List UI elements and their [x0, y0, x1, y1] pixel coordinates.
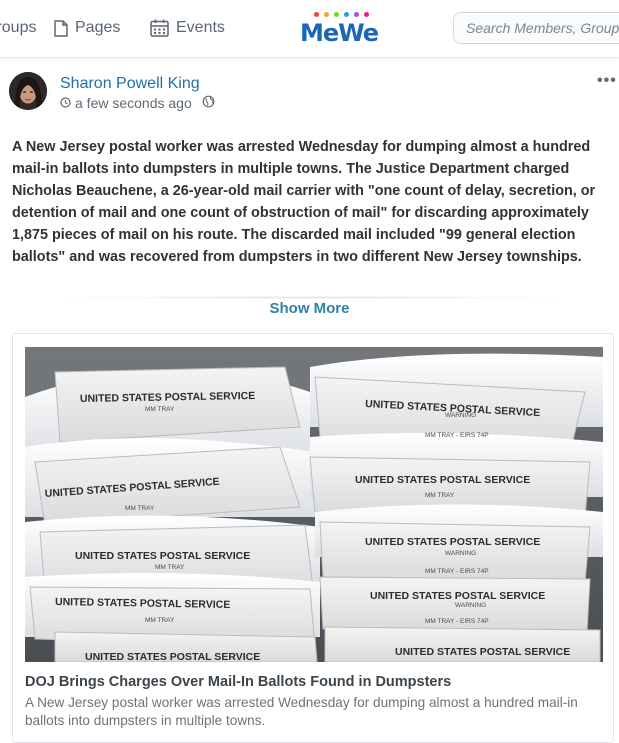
nav-events[interactable]: Events [150, 19, 225, 37]
more-dots-icon[interactable]: ••• [597, 72, 617, 90]
logo-text: MeWe [300, 19, 379, 47]
tray-sublabel: MM TRAY - EIRS 74P [425, 568, 489, 575]
document-icon [54, 19, 68, 37]
tray-sublabel: MM TRAY - EIRS 74P [425, 432, 489, 439]
avatar[interactable] [9, 72, 47, 110]
mewe-logo[interactable]: MeWe [300, 12, 380, 48]
tray-sublabel: MM TRAY [155, 564, 185, 571]
tray-sublabel: MM TRAY [145, 617, 175, 624]
tray-label: UNITED STATES POSTAL SERVICE [85, 651, 260, 662]
tray-sublabel: WARNING [445, 550, 476, 557]
post-meta: a few seconds ago [60, 95, 215, 111]
globe-icon [202, 95, 215, 111]
link-preview-title[interactable]: DOJ Brings Charges Over Mail-In Ballots … [25, 674, 603, 690]
tray-sublabel: WARNING [445, 412, 476, 419]
show-more-button[interactable]: Show More [0, 300, 619, 317]
search-placeholder: Search Members, Groups, Pages [466, 20, 619, 36]
nav-groups-label: Groups [0, 19, 37, 36]
tray-sublabel: MM TRAY [145, 406, 175, 413]
divider [40, 296, 580, 299]
logo-dot [314, 12, 319, 17]
tray-label: UNITED STATES POSTAL SERVICE [75, 550, 250, 562]
logo-dot [344, 12, 349, 17]
tray-sublabel: MM TRAY [425, 492, 455, 499]
logo-dot [354, 12, 359, 17]
top-navigation-bar: Groups Pages Events MeWe Search Members,… [0, 0, 619, 58]
post-body-text: A New Jersey postal worker was arrested … [12, 139, 596, 265]
logo-dot [334, 12, 339, 17]
link-preview-card[interactable]: UNITED STATES POSTAL SERVICE UNITED STAT… [12, 333, 614, 743]
tray-label: UNITED STATES POSTAL SERVICE [365, 536, 540, 548]
tray-label: UNITED STATES POSTAL SERVICE [355, 474, 530, 486]
link-preview-description: A New Jersey postal worker was arrested … [25, 695, 578, 728]
link-preview-image: UNITED STATES POSTAL SERVICE UNITED STAT… [25, 347, 603, 662]
calendar-icon [150, 19, 169, 37]
nav-groups[interactable]: Groups [0, 19, 36, 37]
search-input[interactable]: Search Members, Groups, Pages [453, 12, 619, 44]
tray-sublabel: MM TRAY - EIRS 74P [425, 618, 489, 625]
tray-sublabel: WARNING [455, 602, 486, 609]
tray-sublabel: MM TRAY [125, 505, 155, 512]
nav-pages-label: Pages [75, 19, 121, 36]
clock-icon [60, 95, 71, 111]
nav-events-label: Events [176, 19, 225, 36]
logo-dot [324, 12, 329, 17]
tray-label: UNITED STATES POSTAL SERVICE [370, 590, 545, 602]
tray-label: UNITED STATES POSTAL SERVICE [395, 646, 570, 658]
post-timestamp[interactable]: a few seconds ago [75, 95, 192, 111]
logo-dot [364, 12, 369, 17]
nav-pages[interactable]: Pages [54, 19, 120, 37]
post-author-name[interactable]: Sharon Powell King [60, 75, 200, 93]
